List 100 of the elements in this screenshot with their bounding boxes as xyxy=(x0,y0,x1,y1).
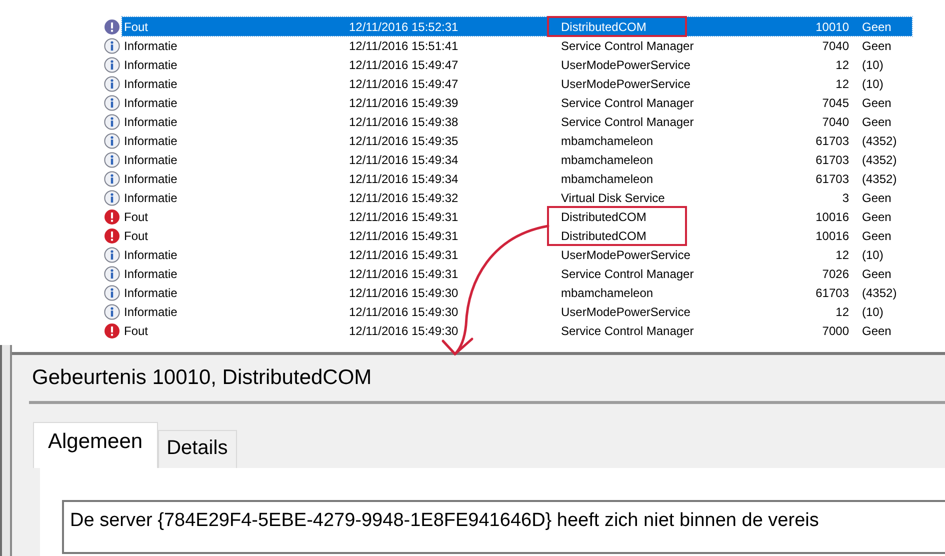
event-row[interactable]: Fout 12/11/2016 15:49:30 Service Control Manager 7000 Geen xyxy=(122,321,912,340)
task-category-cell-text: (4352) xyxy=(861,286,898,300)
info-icon xyxy=(104,38,120,54)
event-id-cell-text: 12 xyxy=(834,58,849,72)
info-icon xyxy=(104,170,120,186)
task-category-cell-text: (10) xyxy=(861,248,884,262)
source-cell-text: mbamchameleon xyxy=(560,172,654,186)
event-id-cell-text: 12 xyxy=(834,248,849,262)
message-field[interactable]: De server {784E29F4-5EBE-4279-9948-1E8FE941646D} heeft zich niet binnen de vereis xyxy=(62,500,945,554)
task-category-cell-text: (4352) xyxy=(861,172,898,186)
date-cell-text: 12/11/2016 15:49:32 xyxy=(348,190,460,204)
source-cell-text: Service Control Manager xyxy=(560,324,695,338)
level-cell-text: Informatie xyxy=(123,76,178,90)
level-cell-text: Fout xyxy=(123,210,150,224)
level-cell-text: Informatie xyxy=(123,38,178,52)
event-id-cell-text: 7040 xyxy=(821,114,849,128)
task-category-cell-text: Geen xyxy=(861,20,892,34)
event-id-cell-text: 61703 xyxy=(814,152,849,166)
info-icon xyxy=(104,114,120,130)
event-id-cell-text: 3 xyxy=(841,190,849,204)
source-cell-text: UserModePowerService xyxy=(560,304,692,318)
event-id-cell-text: 10010 xyxy=(814,20,849,34)
level-cell-text: Informatie xyxy=(123,266,178,280)
event-id-cell-text: 7000 xyxy=(821,324,849,338)
level-cell-text: Informatie xyxy=(123,172,178,186)
date-cell-text: 12/11/2016 15:49:34 xyxy=(348,172,460,186)
source-cell-text: UserModePowerService xyxy=(560,76,692,90)
event-row[interactable]: Informatie 12/11/2016 15:49:31 UserModePowerService 12 (10) xyxy=(122,245,912,264)
event-row[interactable]: Informatie 12/11/2016 15:49:31 Service Control Manager 7026 Geen xyxy=(122,264,912,283)
event-row[interactable]: Informatie 12/11/2016 15:49:30 UserModePowerService 12 (10) xyxy=(122,302,912,321)
level-cell-text: Informatie xyxy=(123,304,178,318)
event-row[interactable]: Informatie 12/11/2016 15:51:41 Service Control Manager 7040 Geen xyxy=(122,36,912,55)
error-icon xyxy=(104,208,120,224)
level-cell-text: Fout xyxy=(123,228,150,242)
level-cell-text: Informatie xyxy=(123,286,178,300)
info-icon xyxy=(104,132,120,148)
date-cell-text: 12/11/2016 15:49:31 xyxy=(348,228,460,242)
date-cell-text: 12/11/2016 15:49:47 xyxy=(348,76,460,90)
date-cell-text: 12/11/2016 15:49:30 xyxy=(348,304,460,318)
event-id-cell-text: 7045 xyxy=(821,96,849,110)
source-cell-text: mbamchameleon xyxy=(560,134,654,148)
level-cell-text: Informatie xyxy=(123,96,178,110)
source-cell-text: Virtual Disk Service xyxy=(560,190,666,204)
source-cell-text: UserModePowerService xyxy=(560,248,692,262)
date-cell-text: 12/11/2016 15:49:31 xyxy=(348,210,460,224)
level-cell-text: Informatie xyxy=(123,152,178,166)
task-category-cell-text: Geen xyxy=(861,324,892,338)
task-category-cell-text: (10) xyxy=(861,58,884,72)
task-category-cell-text: Geen xyxy=(861,266,892,280)
date-cell-text: 12/11/2016 15:52:31 xyxy=(348,20,460,34)
error-icon xyxy=(104,18,120,34)
event-id-cell-text: 10016 xyxy=(814,228,849,242)
info-icon xyxy=(104,94,120,110)
level-cell-text: Informatie xyxy=(123,114,178,128)
event-row[interactable]: Informatie 12/11/2016 15:49:30 mbamchameleon 61703 (4352) xyxy=(122,283,912,302)
event-row[interactable]: Fout 12/11/2016 15:49:31 DistributedCOM 10016 Geen xyxy=(122,207,912,226)
date-cell-text: 12/11/2016 15:49:31 xyxy=(348,266,460,280)
event-row[interactable]: Informatie 12/11/2016 15:49:34 mbamchameleon 61703 (4352) xyxy=(122,169,912,188)
source-cell-text: mbamchameleon xyxy=(560,152,654,166)
tab[interactable]: Algemeen xyxy=(33,422,158,468)
event-row[interactable]: Informatie 12/11/2016 15:49:34 mbamchameleon 61703 (4352) xyxy=(122,150,912,169)
source-cell-text: DistributedCOM xyxy=(560,210,648,224)
task-category-cell-text: Geen xyxy=(861,228,892,242)
event-row[interactable]: Informatie 12/11/2016 15:49:39 Service Control Manager 7045 Geen xyxy=(122,93,912,112)
task-category-cell-text: (4352) xyxy=(861,152,898,166)
date-cell-text: 12/11/2016 15:49:39 xyxy=(348,96,460,110)
info-icon xyxy=(104,266,120,282)
source-cell-text: DistributedCOM xyxy=(560,228,648,242)
event-id-cell-text: 10016 xyxy=(814,210,849,224)
event-row[interactable]: Informatie 12/11/2016 15:49:38 Service Control Manager 7040 Geen xyxy=(122,112,912,131)
event-row[interactable]: Informatie 12/11/2016 15:49:47 UserModePowerService 12 (10) xyxy=(122,55,912,74)
event-row[interactable]: Fout 12/11/2016 15:52:31 DistributedCOM 10010 Geen xyxy=(122,17,912,36)
task-category-cell-text: (4352) xyxy=(861,134,898,148)
event-id-cell-text: 61703 xyxy=(814,286,849,300)
event-row[interactable]: Informatie 12/11/2016 15:49:35 mbamchameleon 61703 (4352) xyxy=(122,131,912,150)
dialog-title: Gebeurtenis 10010, DistributedCOM xyxy=(29,355,945,404)
info-icon xyxy=(104,284,120,300)
task-category-cell-text: Geen xyxy=(861,114,892,128)
info-icon xyxy=(104,246,120,262)
source-cell-text: Service Control Manager xyxy=(560,266,695,280)
event-row[interactable]: Informatie 12/11/2016 15:49:47 UserModePowerService 12 (10) xyxy=(122,74,912,93)
info-icon xyxy=(104,76,120,92)
event-id-cell-text: 61703 xyxy=(814,172,849,186)
source-cell-text: Service Control Manager xyxy=(560,114,695,128)
date-cell-text: 12/11/2016 15:49:30 xyxy=(348,286,460,300)
event-row[interactable]: Informatie 12/11/2016 15:49:32 Virtual Disk Service 3 Geen xyxy=(122,188,912,207)
source-cell-text: Service Control Manager xyxy=(560,38,695,52)
event-id-cell-text: 7026 xyxy=(821,266,849,280)
info-icon xyxy=(104,304,120,320)
level-cell-text: Informatie xyxy=(123,58,178,72)
level-cell-text: Fout xyxy=(123,324,150,338)
date-cell-text: 12/11/2016 15:49:47 xyxy=(348,58,460,72)
error-icon xyxy=(104,322,120,338)
event-id-cell-text: 61703 xyxy=(814,134,849,148)
task-category-cell-text: (10) xyxy=(861,76,884,90)
event-id-cell-text: 12 xyxy=(834,304,849,318)
event-row[interactable]: Fout 12/11/2016 15:49:31 DistributedCOM 10016 Geen xyxy=(122,226,912,245)
source-cell-text: DistributedCOM xyxy=(560,20,648,34)
tab[interactable]: Details xyxy=(158,430,237,468)
date-cell-text: 12/11/2016 15:49:31 xyxy=(348,248,460,262)
